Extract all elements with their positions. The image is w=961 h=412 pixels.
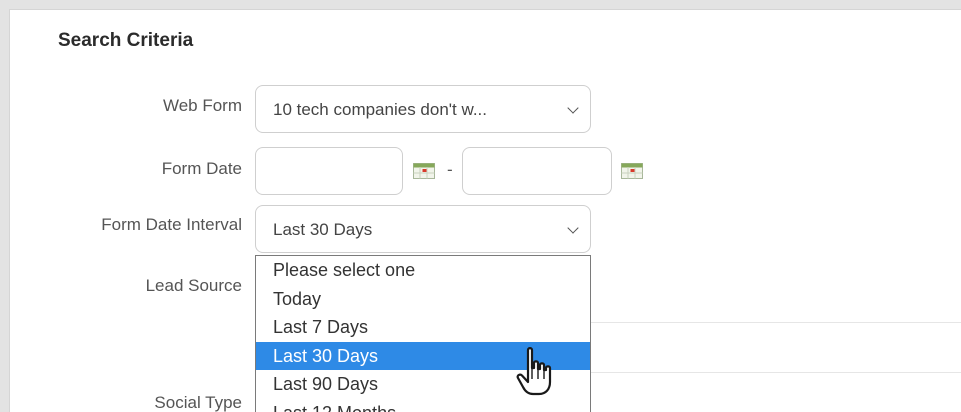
dropdown-option[interactable]: Today bbox=[256, 285, 590, 314]
dropdown-option[interactable]: Last 7 Days bbox=[256, 313, 590, 342]
hand-cursor-icon bbox=[516, 347, 552, 396]
form-date-interval-label: Form Date Interval bbox=[101, 215, 242, 234]
form-date-start-input[interactable] bbox=[255, 147, 403, 195]
dropdown-option[interactable]: Please select one bbox=[256, 256, 590, 285]
section-heading: Search Criteria bbox=[58, 30, 194, 51]
chevron-down-icon bbox=[567, 222, 579, 234]
divider bbox=[590, 322, 961, 323]
dropdown-option[interactable]: Last 12 Months bbox=[256, 399, 590, 412]
chevron-down-icon bbox=[567, 102, 579, 114]
lead-source-label: Lead Source bbox=[145, 276, 242, 295]
form-date-label: Form Date bbox=[161, 159, 242, 178]
date-separator: - bbox=[447, 160, 453, 179]
calendar-icon[interactable] bbox=[621, 163, 643, 179]
social-type-label: Social Type bbox=[154, 393, 242, 412]
web-form-select[interactable]: 10 tech companies don't w... bbox=[255, 85, 591, 133]
web-form-value: 10 tech companies don't w... bbox=[273, 100, 487, 119]
web-form-label: Web Form bbox=[162, 96, 242, 115]
form-date-interval-value: Last 30 Days bbox=[273, 220, 373, 239]
calendar-icon[interactable] bbox=[413, 163, 435, 179]
search-criteria-panel: Search Criteria Web Form 10 tech compani… bbox=[9, 9, 961, 412]
form-date-interval-select[interactable]: Last 30 Days bbox=[255, 205, 591, 253]
divider bbox=[590, 372, 961, 373]
form-date-end-input[interactable] bbox=[462, 147, 612, 195]
